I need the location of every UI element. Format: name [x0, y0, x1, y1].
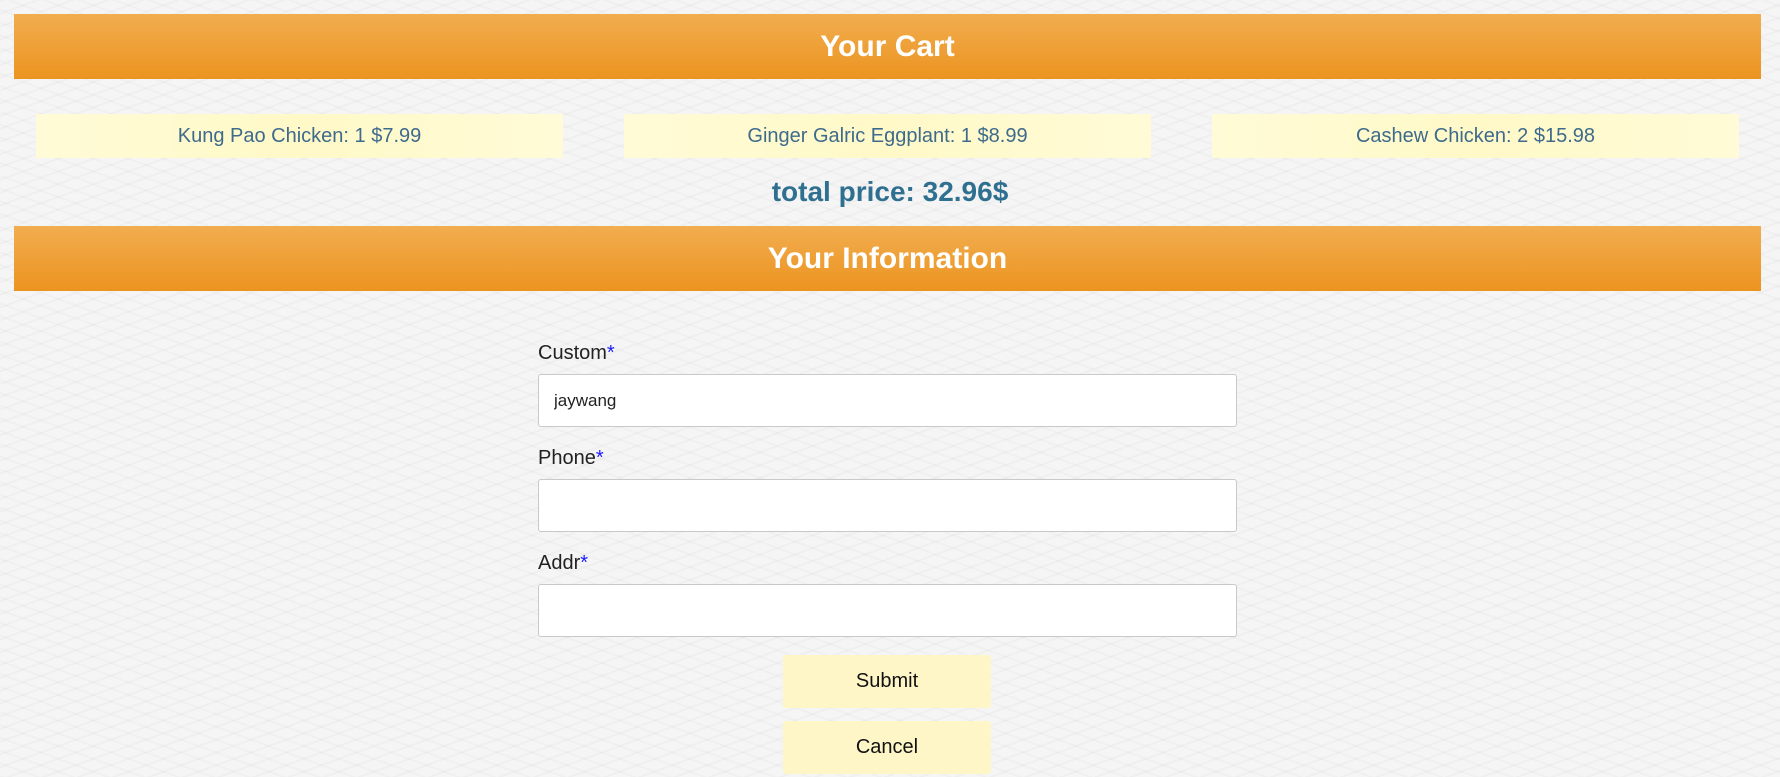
required-marker: * [595, 447, 604, 469]
information-header: Your Information [14, 226, 1761, 291]
custom-field-group: Custom* [538, 340, 1237, 427]
customer-info-form: Custom* Phone* Addr* [538, 340, 1237, 655]
custom-label: Custom* [538, 340, 1237, 366]
addr-label: Addr* [538, 550, 1237, 576]
custom-input[interactable] [538, 374, 1237, 427]
cart-title: Your Cart [820, 29, 955, 63]
information-title: Your Information [767, 241, 1008, 275]
addr-label-text: Addr [538, 552, 581, 574]
phone-field-group: Phone* [538, 445, 1237, 532]
phone-input[interactable] [538, 479, 1237, 532]
addr-input[interactable] [538, 584, 1237, 637]
cart-items-list: Kung Pao Chicken: 1 $7.99 Ginger Galric … [36, 114, 1739, 158]
cart-item: Cashew Chicken: 2 $15.98 [1212, 114, 1739, 158]
cart-header: Your Cart [14, 14, 1761, 79]
cart-item: Ginger Galric Eggplant: 1 $8.99 [624, 114, 1151, 158]
addr-field-group: Addr* [538, 550, 1237, 637]
phone-label-text: Phone [538, 447, 596, 469]
required-marker: * [606, 342, 615, 364]
cart-item: Kung Pao Chicken: 1 $7.99 [36, 114, 563, 158]
total-price: total price: 32.96$ [771, 176, 1009, 207]
custom-label-text: Custom [538, 342, 607, 364]
phone-label: Phone* [538, 445, 1237, 471]
required-marker: * [580, 552, 589, 574]
submit-button[interactable]: Submit [783, 655, 991, 708]
cancel-button[interactable]: Cancel [783, 721, 991, 774]
